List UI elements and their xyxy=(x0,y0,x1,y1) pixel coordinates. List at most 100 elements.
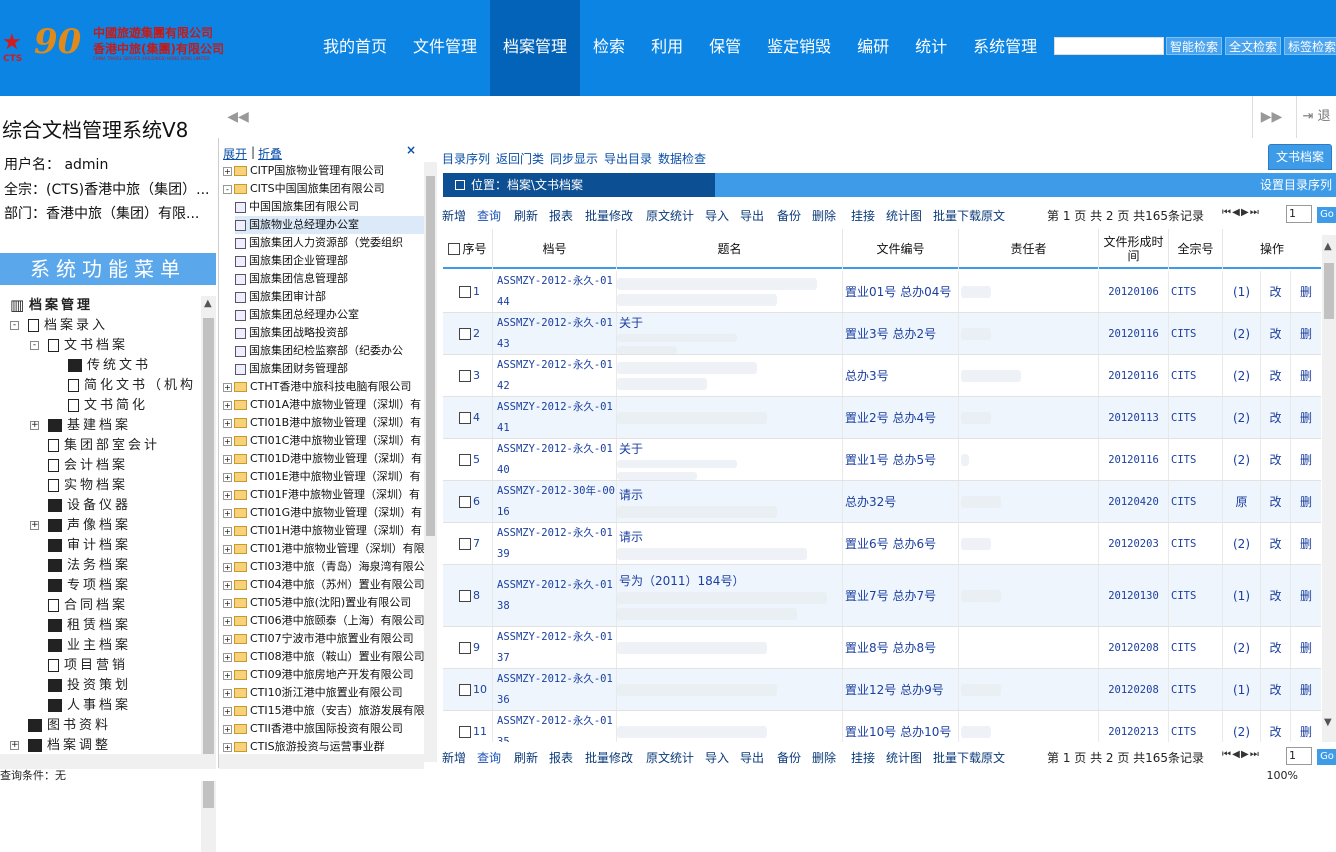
toolbar-button[interactable]: 导出 xyxy=(740,749,764,766)
expand-toggle-icon[interactable]: + xyxy=(30,521,39,530)
row-attachment-link[interactable]: (1) xyxy=(1233,285,1250,299)
org-tree-item[interactable]: + CTI09港中旅房地产开发有限公司 xyxy=(223,666,424,684)
toolbar-button[interactable]: 报表 xyxy=(549,207,573,224)
menu-item[interactable]: 档案录入 xyxy=(28,316,108,336)
left-h-scrollbar[interactable] xyxy=(0,754,216,769)
expand-toggle-icon[interactable]: + xyxy=(30,421,39,430)
menu-item[interactable]: 传统文书 xyxy=(68,356,151,376)
collapse-toggle-icon[interactable]: - xyxy=(10,321,19,330)
row-delete-link[interactable]: 删 xyxy=(1300,283,1312,300)
expand-toggle-icon[interactable]: + xyxy=(223,508,232,518)
tag-search-button[interactable]: 标签检索 xyxy=(1284,37,1336,55)
expand-toggle-icon[interactable]: + xyxy=(223,454,232,464)
table-row[interactable]: 3 ASSMZY-2012-永久-0142 总办3号 20120116 CITS (2) 改… xyxy=(443,355,1321,397)
row-edit-link[interactable]: 改 xyxy=(1269,587,1281,604)
nav-appraisal[interactable]: 鉴定销毁 xyxy=(754,0,844,96)
menu-item[interactable]: 审计档案 xyxy=(48,536,131,556)
expand-toggle-icon[interactable]: + xyxy=(223,490,232,500)
row-archive-no[interactable]: ASSMZY-2012-永久-0137 xyxy=(493,627,616,668)
row-checkbox[interactable] xyxy=(459,725,471,738)
page-number-input[interactable]: 1 xyxy=(1286,205,1312,223)
table-row[interactable]: 4 ASSMZY-2012-永久-0141 置业2号 总办4号 20120113 CIT… xyxy=(443,397,1321,439)
toolbar-button[interactable]: 删除 xyxy=(812,749,836,766)
row-title[interactable]: 请示 xyxy=(617,485,643,506)
org-tree-item[interactable]: + CTI01B港中旅物业管理（深圳）有 xyxy=(223,414,424,432)
toolbar-button[interactable]: 批量下载原文 xyxy=(933,207,1005,224)
row-archive-no[interactable]: ASSMZY-2012-30年-0016 xyxy=(493,481,616,522)
nav-search[interactable]: 检索 xyxy=(580,0,638,96)
row-edit-link[interactable]: 改 xyxy=(1269,325,1281,342)
menu-item[interactable]: 租赁档案 xyxy=(48,616,131,636)
expand-toggle-icon[interactable]: + xyxy=(223,526,232,536)
table-row[interactable]: 10 ASSMZY-2012-永久-0136 置业12号 总办9号 20120208 C… xyxy=(443,669,1321,711)
org-tree-item[interactable]: 国旅物业总经理办公室 xyxy=(235,216,424,234)
org-tree-item[interactable]: 国旅集团信息管理部 xyxy=(235,270,424,288)
fulltext-search-button[interactable]: 全文检索 xyxy=(1225,37,1282,55)
col-fonds[interactable]: 全宗号 xyxy=(1169,229,1223,269)
row-attachment-link[interactable]: (1) xyxy=(1233,683,1250,697)
nav-statistics[interactable]: 统计 xyxy=(902,0,960,96)
row-edit-link[interactable]: 改 xyxy=(1269,451,1281,468)
row-checkbox[interactable] xyxy=(459,411,471,424)
toolbar-button[interactable]: 原文统计 xyxy=(646,207,694,224)
row-title[interactable]: 关于 xyxy=(617,313,643,334)
org-tree-item[interactable]: - CITS中国国旅集团有限公司 xyxy=(223,180,424,198)
collapse-toggle-icon[interactable]: - xyxy=(223,184,232,194)
row-checkbox[interactable] xyxy=(459,537,471,550)
row-edit-link[interactable]: 改 xyxy=(1269,535,1281,552)
nav-file-management[interactable]: 文件管理 xyxy=(400,0,490,96)
row-archive-no[interactable]: ASSMZY-2012-永久-0138 xyxy=(493,575,616,617)
org-tree-item[interactable]: 国旅集团总经理办公室 xyxy=(235,306,424,324)
collapse-left-icon[interactable]: ◀◀ xyxy=(218,96,258,138)
col-title[interactable]: 题名 xyxy=(617,229,843,269)
catalog-order-link[interactable]: 目录序列 xyxy=(442,150,490,167)
menu-item[interactable]: 基建档案 xyxy=(48,416,131,436)
expand-toggle-icon[interactable]: + xyxy=(223,724,232,734)
tab-document-archive[interactable]: 文书档案 xyxy=(1268,144,1332,170)
row-edit-link[interactable]: 改 xyxy=(1269,639,1281,656)
org-tree-item[interactable]: + CTI15港中旅（安吉）旅游发展有限 xyxy=(223,702,424,720)
grid-scroll-down-icon[interactable]: ▼ xyxy=(1324,717,1332,728)
toolbar-button[interactable]: 新增 xyxy=(442,207,466,224)
row-attachment-link[interactable]: (1) xyxy=(1233,589,1250,603)
row-delete-link[interactable]: 删 xyxy=(1300,493,1312,510)
row-checkbox[interactable] xyxy=(459,285,471,298)
toolbar-button[interactable]: 批量下载原文 xyxy=(933,749,1005,766)
col-file-no[interactable]: 文件编号 xyxy=(843,229,959,269)
row-attachment-link[interactable]: (2) xyxy=(1233,725,1250,739)
menu-item[interactable]: 会计档案 xyxy=(48,456,128,476)
row-attachment-link[interactable]: (2) xyxy=(1233,453,1250,467)
menu-item[interactable]: 法务档案 xyxy=(48,556,131,576)
org-tree-item[interactable]: + CTI07宁波市港中旅置业有限公司 xyxy=(223,630,424,648)
toolbar-button[interactable]: 导入 xyxy=(705,207,729,224)
row-checkbox[interactable] xyxy=(459,683,471,696)
row-delete-link[interactable]: 删 xyxy=(1300,367,1312,384)
row-archive-no[interactable]: ASSMZY-2012-永久-0135 xyxy=(493,711,616,743)
row-attachment-link[interactable]: (2) xyxy=(1233,641,1250,655)
col-responsible[interactable]: 责任者 xyxy=(959,229,1099,269)
row-delete-link[interactable]: 删 xyxy=(1300,639,1312,656)
toolbar-button[interactable]: 报表 xyxy=(549,749,573,766)
row-title[interactable]: 关于 xyxy=(617,439,643,460)
menu-item[interactable]: 文书档案 xyxy=(48,336,128,356)
company-logo[interactable]: ★ CTS 90 中國旅遊集團有限公司 香港中旅(集團)有限公司 CHINA T… xyxy=(0,20,224,70)
row-edit-link[interactable]: 改 xyxy=(1269,409,1281,426)
row-archive-no[interactable]: ASSMZY-2012-永久-0136 xyxy=(493,669,616,710)
menu-item[interactable]: 业主档案 xyxy=(48,636,131,656)
expand-toggle-icon[interactable]: + xyxy=(223,598,232,608)
left-scroll-thumb[interactable] xyxy=(203,318,214,808)
table-row[interactable]: 11 ASSMZY-2012-永久-0135 置业10号 总办10号 20120213… xyxy=(443,711,1321,742)
expand-toggle-icon[interactable]: + xyxy=(223,166,232,176)
row-checkbox[interactable] xyxy=(459,641,471,654)
org-tree-h-scrollbar[interactable] xyxy=(219,754,424,769)
row-edit-link[interactable]: 改 xyxy=(1269,283,1281,300)
expand-link[interactable]: 展开 xyxy=(223,145,247,162)
row-attachment-link[interactable]: (2) xyxy=(1233,369,1250,383)
row-archive-no[interactable]: ASSMZY-2012-永久-0144 xyxy=(493,271,616,312)
grid-scroll-thumb[interactable] xyxy=(1324,263,1334,319)
row-edit-link[interactable]: 改 xyxy=(1269,723,1281,740)
toolbar-button[interactable]: 刷新 xyxy=(514,749,538,766)
row-archive-no[interactable]: ASSMZY-2012-永久-0141 xyxy=(493,397,616,438)
org-tree-item[interactable]: 国旅集团人力资源部（党委组织 xyxy=(235,234,424,252)
row-archive-no[interactable]: ASSMZY-2012-永久-0139 xyxy=(493,523,616,564)
